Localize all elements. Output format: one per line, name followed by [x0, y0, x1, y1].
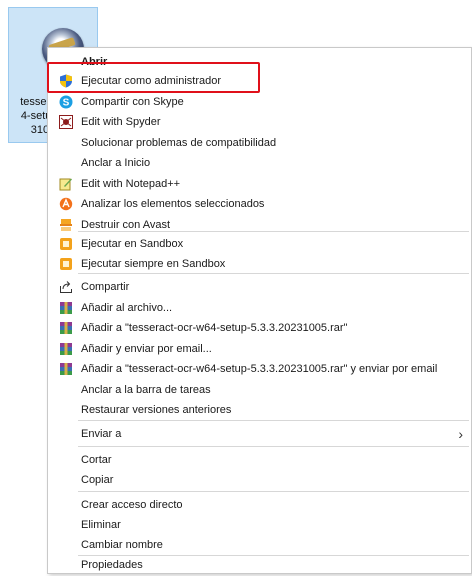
- menu-item-restore-versions[interactable]: Restaurar versiones anteriores: [48, 399, 471, 421]
- menu-separator: [78, 420, 469, 421]
- winrar-icon: [59, 342, 73, 356]
- menu-item-label: Cambiar nombre: [81, 539, 163, 551]
- winrar-icon: [59, 321, 73, 335]
- menu-item-copy[interactable]: Copiar: [48, 469, 471, 491]
- menu-item-label: Ejecutar siempre en Sandbox: [81, 258, 226, 270]
- menu-item-label: Añadir y enviar por email...: [81, 343, 212, 355]
- menu-item-label: Enviar a: [81, 428, 122, 440]
- menu-item-add-and-email[interactable]: Añadir y enviar por email...: [48, 338, 471, 360]
- winrar-icon: [59, 362, 73, 376]
- menu-item-label: Compartir: [81, 281, 130, 293]
- menu-item-label: Restaurar versiones anteriores: [81, 404, 232, 416]
- menu-item-properties[interactable]: Propiedades: [48, 554, 471, 576]
- menu-item-pin-start[interactable]: Anclar a Inicio: [48, 152, 471, 174]
- menu-item-avast-scan[interactable]: Analizar los elementos seleccionados: [48, 193, 471, 215]
- menu-item-pin-taskbar[interactable]: Anclar a la barra de tareas: [48, 379, 471, 401]
- menu-item-add-to-archive[interactable]: Añadir al archivo...: [48, 297, 471, 319]
- menu-item-label: Eliminar: [81, 519, 121, 531]
- menu-item-label: Edit with Spyder: [81, 116, 161, 128]
- spyder-icon: [59, 115, 73, 129]
- menu-item-label: Anclar a la barra de tareas: [81, 384, 211, 396]
- notepadpp-icon: [59, 177, 73, 191]
- menu-separator: [78, 446, 469, 447]
- menu-separator: [78, 231, 469, 232]
- menu-item-label: Ejecutar en Sandbox: [81, 238, 184, 250]
- menu-item-label: Solucionar problemas de compatibilidad: [81, 137, 277, 149]
- menu-item-add-to-rar[interactable]: Añadir a "tesseract-ocr-w64-setup-5.3.3.…: [48, 317, 471, 339]
- svg-text:S: S: [63, 98, 70, 109]
- menu-item-label: Cortar: [81, 454, 112, 466]
- menu-item-label: Copiar: [81, 474, 114, 486]
- menu-item-label: Añadir a "tesseract-ocr-w64-setup-5.3.3.…: [81, 322, 348, 334]
- menu-item-delete[interactable]: Eliminar: [48, 514, 471, 536]
- menu-item-label: Analizar los elementos seleccionados: [81, 198, 265, 210]
- menu-separator: [78, 491, 469, 492]
- avast-scan-icon: [59, 197, 73, 211]
- menu-item-label: Propiedades: [81, 559, 143, 571]
- menu-item-label: Edit with Notepad++: [81, 178, 181, 190]
- menu-item-share-skype[interactable]: S Compartir con Skype: [48, 91, 471, 113]
- menu-item-send-to[interactable]: Enviar a ›: [48, 423, 471, 445]
- chevron-right-icon: ›: [458, 426, 463, 442]
- menu-separator: [78, 273, 469, 274]
- winrar-icon: [59, 301, 73, 315]
- menu-item-edit-notepadpp[interactable]: Edit with Notepad++: [48, 173, 471, 195]
- menu-item-label: Compartir con Skype: [81, 96, 184, 108]
- share-icon: [59, 280, 73, 294]
- menu-item-cut[interactable]: Cortar: [48, 449, 471, 471]
- menu-item-label: Añadir a "tesseract-ocr-w64-setup-5.3.3.…: [81, 363, 438, 375]
- shredder-icon: [59, 218, 73, 232]
- menu-item-edit-spyder[interactable]: Edit with Spyder: [48, 111, 471, 133]
- menu-item-run-sandbox[interactable]: Ejecutar en Sandbox: [48, 233, 471, 255]
- skype-icon: S: [59, 95, 73, 109]
- menu-item-create-shortcut[interactable]: Crear acceso directo: [48, 494, 471, 516]
- menu-item-add-rar-and-email[interactable]: Añadir a "tesseract-ocr-w64-setup-5.3.3.…: [48, 358, 471, 380]
- menu-item-troubleshoot-compat[interactable]: Solucionar problemas de compatibilidad: [48, 132, 471, 154]
- menu-item-label: Añadir al archivo...: [81, 302, 173, 314]
- menu-item-always-sandbox[interactable]: Ejecutar siempre en Sandbox: [48, 253, 471, 275]
- menu-item-rename[interactable]: Cambiar nombre: [48, 534, 471, 556]
- context-menu: Abrir Ejecutar como administrador S Comp…: [47, 47, 472, 574]
- sandbox-icon: [59, 237, 73, 251]
- menu-item-label: Crear acceso directo: [81, 499, 183, 511]
- menu-item-label: Anclar a Inicio: [81, 157, 151, 169]
- highlight-annotation-box: [47, 62, 260, 93]
- menu-item-share[interactable]: Compartir: [48, 276, 471, 298]
- sandbox-icon: [59, 257, 73, 271]
